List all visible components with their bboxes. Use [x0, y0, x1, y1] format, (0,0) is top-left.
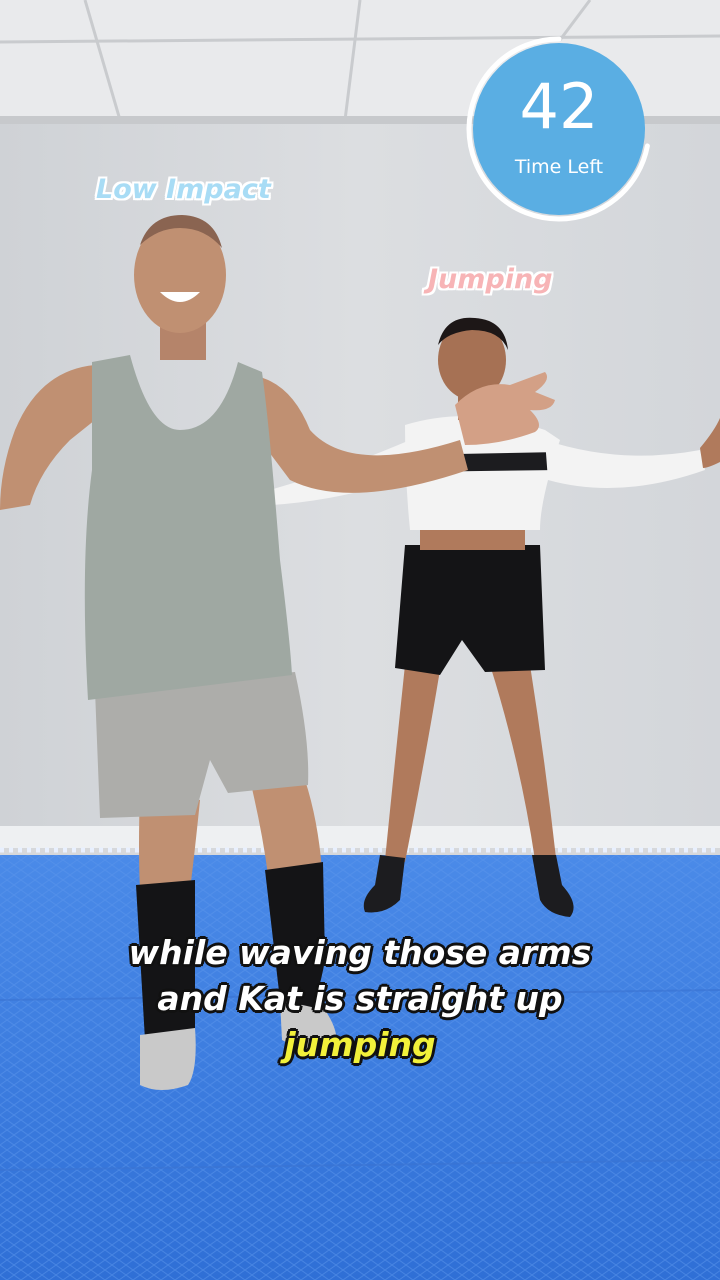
timer-caption: Time Left	[514, 156, 604, 178]
low-impact-label: Low Impact	[96, 174, 271, 205]
timer-value: 42	[519, 70, 599, 143]
subtitle-block: while waving those arms and Kat is strai…	[0, 930, 720, 1068]
subtitle-line-1: while waving those arms	[128, 933, 592, 972]
jumping-label: Jumping	[428, 264, 553, 295]
subtitle-highlight-word: jumping	[284, 1025, 436, 1064]
countdown-timer: 42 Time Left	[464, 34, 654, 224]
baseboard	[0, 826, 720, 848]
subtitle-line-2: and Kat is straight up	[157, 979, 563, 1018]
